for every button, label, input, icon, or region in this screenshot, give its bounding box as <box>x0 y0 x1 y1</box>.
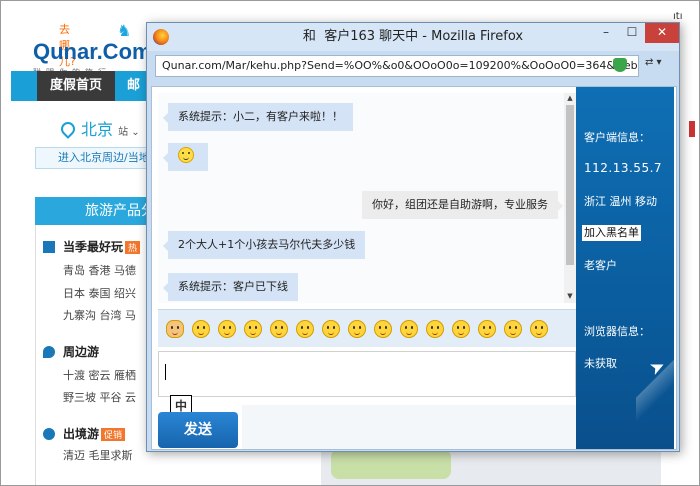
menu-button[interactable]: ⇄ ▾ <box>645 57 673 75</box>
scroll-down-arrow-icon[interactable]: ▼ <box>564 291 576 301</box>
hot-badge: 热 <box>125 241 141 254</box>
message-input[interactable] <box>158 351 576 397</box>
seasonal-links-row-3[interactable]: 九寨沟 台湾 马 <box>63 307 136 323</box>
corner-text: ıtı <box>673 11 683 22</box>
message-text: 系统提示：客户已下线 <box>178 280 288 293</box>
client-info-sidebar: 客户端信息： 112.13.55.7 浙江 温州 移动 加入黑名单 老客户 浏览… <box>576 87 674 449</box>
seasonal-links-row-1[interactable]: 青岛 香港 马德 <box>63 262 136 278</box>
section-outbound[interactable]: 出境游 促销 <box>43 425 126 442</box>
side-tab[interactable] <box>689 121 695 137</box>
smiley-emoji-icon <box>178 147 194 163</box>
close-button[interactable]: ✕ <box>645 23 679 43</box>
city-name: 北京 <box>81 120 114 139</box>
message-text: 你好，组团还是自助游啊，专业服务 <box>372 198 548 211</box>
scroll-up-arrow-icon[interactable]: ▲ <box>564 93 576 103</box>
handshake-emoji-icon[interactable] <box>166 320 184 338</box>
blush-emoji-icon[interactable] <box>296 320 314 338</box>
shy-emoji-icon[interactable] <box>452 320 470 338</box>
around-city-link[interactable]: 进入北京周边/当地 <box>35 147 155 169</box>
grin-emoji-icon[interactable] <box>244 320 262 338</box>
chat-content: 系统提示：小二，有客户来啦！！ 你好，组团还是自助游啊，专业服务 2个大人+1个… <box>151 86 677 450</box>
send-button[interactable]: 发送 <box>158 412 238 448</box>
chat-message: 2个大人+1个小孩去马尔代夫多少钱 <box>163 231 366 259</box>
title-prefix: 和 <box>302 29 316 44</box>
bubble-tail <box>163 113 168 123</box>
section-nearby[interactable]: 周边游 <box>43 343 99 360</box>
minimize-button[interactable]: – <box>593 23 619 43</box>
globe-icon <box>43 428 55 440</box>
add-to-blacklist-button[interactable]: 加入黑名单 <box>582 225 641 241</box>
section-seasonal[interactable]: 当季最好玩热 <box>43 238 141 255</box>
think-emoji-icon[interactable] <box>530 320 548 338</box>
emoji-toolbar <box>158 309 576 347</box>
city-suffix: 站 <box>118 127 129 138</box>
location-pin-icon <box>58 119 78 139</box>
thinking-emoji-icon[interactable] <box>270 320 288 338</box>
chat-history[interactable]: 系统提示：小二，有客户来啦！！ 你好，组团还是自助游啊，专业服务 2个大人+1个… <box>158 93 566 303</box>
title-suffix: 聊天中 - Mozilla Firefox <box>379 29 524 44</box>
message-text: 2个大人+1个小孩去马尔代夫多少钱 <box>178 238 356 251</box>
wink-emoji-icon[interactable] <box>218 320 236 338</box>
firefox-chat-window: 和 客户163 聊天中 - Mozilla Firefox – ☐ ✕ Quna… <box>146 22 680 452</box>
chat-scrollbar[interactable]: ▲ ▼ <box>564 93 576 303</box>
client-location: 浙江 温州 移动 <box>584 195 657 208</box>
title-customer: 客户163 <box>324 29 376 44</box>
cry-emoji-icon[interactable] <box>504 320 522 338</box>
smile-emoji-icon[interactable] <box>192 320 210 338</box>
bubble-tail <box>163 153 168 163</box>
city-selector[interactable]: 北京 站 ⌄ <box>58 116 140 140</box>
sad-emoji-icon[interactable] <box>478 320 496 338</box>
shield-icon[interactable] <box>613 58 627 72</box>
logo-text: Qunar.Com <box>33 39 152 64</box>
promo-badge: 促销 <box>101 428 126 441</box>
laugh-emoji-icon[interactable] <box>322 320 340 338</box>
nav-tab-vacation-home[interactable]: 度假首页 <box>37 71 115 101</box>
sweat-emoji-icon[interactable] <box>348 320 366 338</box>
text-caret <box>165 364 166 380</box>
screenshot-frame: 去哪儿? ♞ Qunar.Com 聪明你的旅行 ıtı 度假首页 邮 北京 站 … <box>0 0 700 486</box>
section-title: 当季最好玩 <box>63 240 124 254</box>
smirk-emoji-icon[interactable] <box>374 320 392 338</box>
section-title: 出境游 <box>63 427 100 441</box>
maximize-button[interactable]: ☐ <box>619 23 645 43</box>
chat-message: 系统提示：客户已下线 <box>163 273 298 301</box>
bubble-tail <box>163 283 168 293</box>
nav-tab-next[interactable]: 邮 <box>127 71 140 101</box>
bookmark-icon <box>43 241 55 253</box>
input-footer <box>242 405 576 449</box>
seasonal-links-row-2[interactable]: 日本 泰国 绍兴 <box>63 285 136 301</box>
message-text: 系统提示：小二，有客户来啦！！ <box>178 110 343 123</box>
bubble-tail <box>558 201 563 211</box>
client-type: 老客户 <box>584 259 617 272</box>
product-category-title: 旅游产品分 <box>35 197 155 225</box>
chat-message: 系统提示：小二，有客户来啦！！ <box>163 103 353 131</box>
location-pin-icon <box>43 346 55 358</box>
scroll-thumb[interactable] <box>566 105 574 265</box>
client-ip: 112.13.55.7 <box>584 161 663 175</box>
chat-message <box>163 143 208 171</box>
chat-message: 你好，组团还是自助游啊，专业服务 <box>362 191 563 219</box>
window-titlebar[interactable]: 和 客户163 聊天中 - Mozilla Firefox – ☐ ✕ <box>147 23 679 51</box>
question-emoji-icon[interactable] <box>400 320 418 338</box>
browser-info-label: 浏览器信息： <box>584 325 650 338</box>
happy-emoji-icon[interactable] <box>426 320 444 338</box>
camel-icon: ♞ <box>117 21 132 40</box>
outbound-links-row-1[interactable]: 清迈 毛里求斯 <box>63 447 133 463</box>
url-bar[interactable]: Qunar.com/Mar/kehu.php?Send=%OO%&o0&OOoO… <box>155 55 639 77</box>
bubble-tail <box>163 241 168 251</box>
client-info-label: 客户端信息： <box>584 131 650 144</box>
browser-info-value: 未获取 <box>584 357 617 370</box>
nearby-links-row-2[interactable]: 野三坡 平谷 云 <box>63 389 136 405</box>
chevron-down-icon: ⌄ <box>128 127 140 138</box>
map-thumbnail[interactable] <box>331 449 451 479</box>
section-title: 周边游 <box>63 345 100 359</box>
nearby-links-row-1[interactable]: 十渡 密云 雁栖 <box>63 367 136 383</box>
